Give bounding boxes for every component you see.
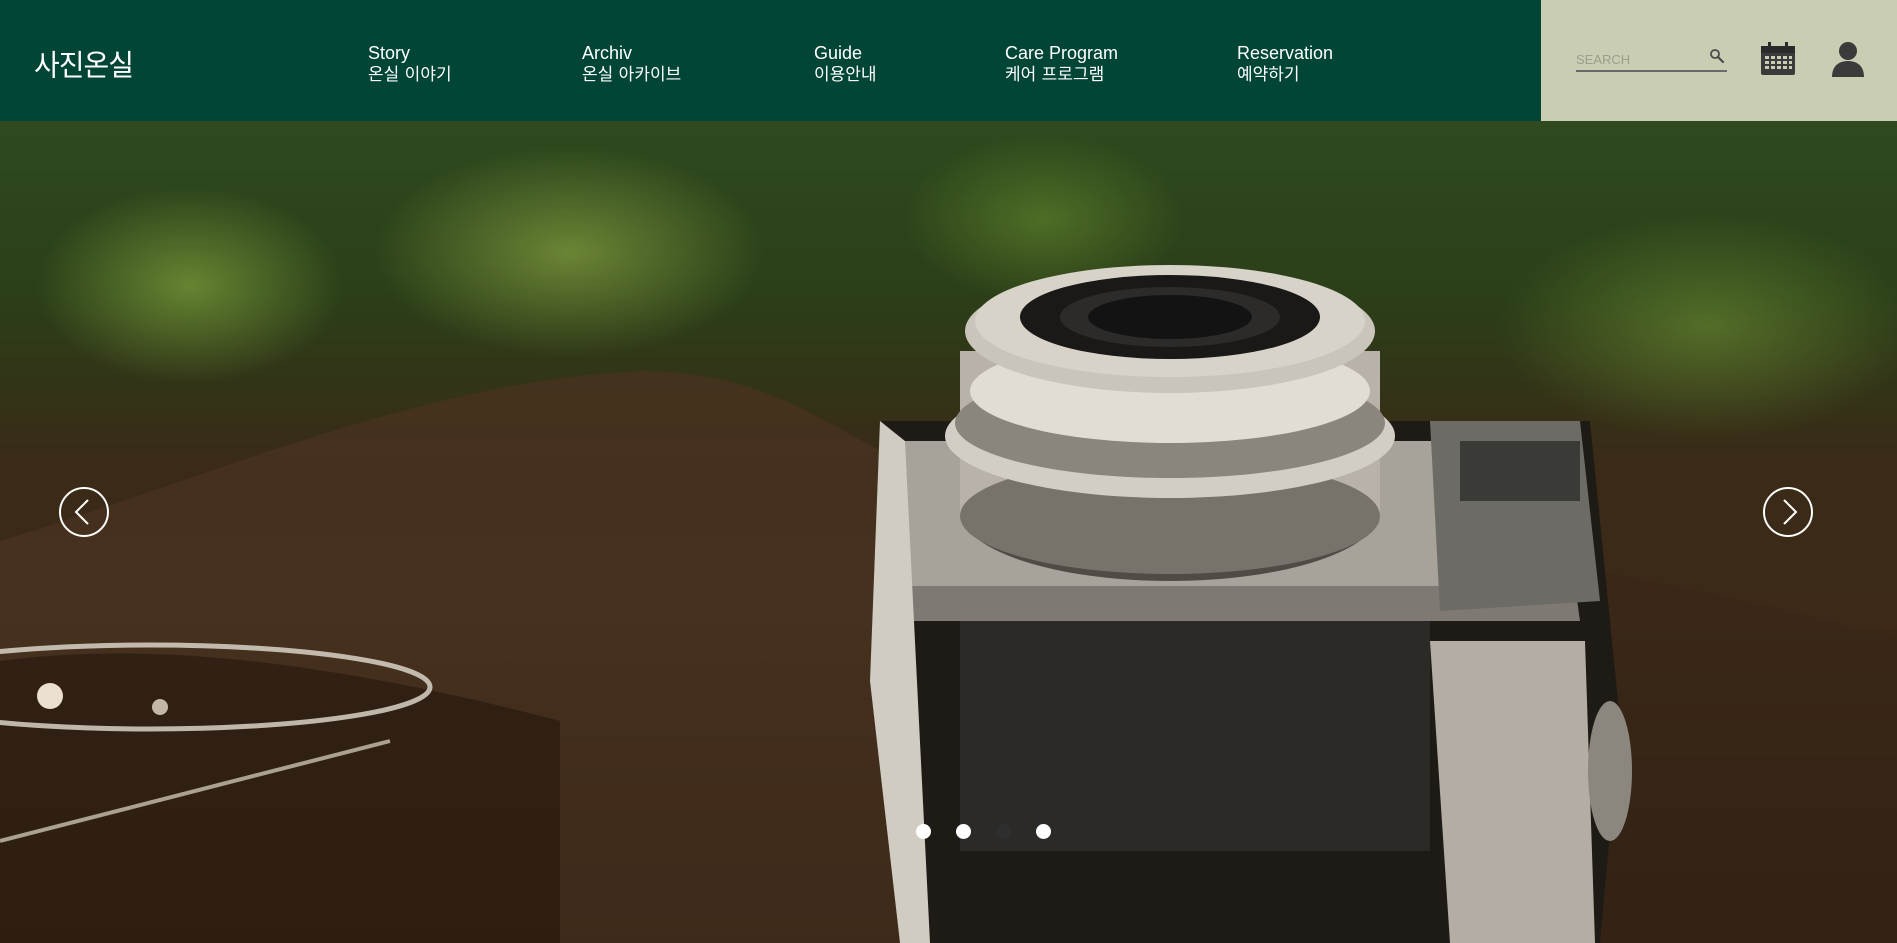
search-icon[interactable] <box>1709 48 1725 64</box>
hero-image <box>0 265 1897 943</box>
slider-dot-3[interactable] <box>996 824 1011 839</box>
nav-item-label-ko: 예약하기 <box>1237 65 1300 85</box>
nav-item-label-en: Story <box>368 43 411 63</box>
slider-dot-2[interactable] <box>956 824 971 839</box>
slider-dot-1[interactable] <box>916 824 931 839</box>
calendar-icon[interactable] <box>1760 42 1796 76</box>
nav-item-label-ko: 이용안내 <box>814 65 877 85</box>
nav-item-label-en: Reservation <box>1237 43 1334 63</box>
slider-prev-button[interactable] <box>59 487 109 537</box>
nav-item-label-en: Guide <box>814 43 863 63</box>
search-box <box>1576 46 1727 72</box>
header-utility-bar <box>1541 0 1897 121</box>
search-input[interactable] <box>1576 50 1704 68</box>
slider-next-button[interactable] <box>1763 487 1813 537</box>
chevron-left-icon <box>74 499 89 525</box>
site-header: 사진온실 Story 온실 이야기 Archiv 온실 아카이브 Guide 이… <box>0 0 1897 122</box>
user-icon[interactable] <box>1831 41 1865 77</box>
nav-item-label-en: Care Program <box>1005 43 1119 63</box>
hero-slider <box>0 121 1897 943</box>
nav-item-label-ko: 온실 이야기 <box>368 65 452 85</box>
nav-item-care-program[interactable]: Care Program 케어 프로그램 <box>1005 42 1118 86</box>
nav-item-label-ko: 케어 프로그램 <box>1005 65 1105 85</box>
nav-item-story[interactable]: Story 온실 이야기 <box>368 42 452 86</box>
site-logo[interactable]: 사진온실 <box>34 43 134 85</box>
nav-item-label-en: Archiv <box>582 43 633 63</box>
nav-item-archiv[interactable]: Archiv 온실 아카이브 <box>582 42 681 86</box>
chevron-right-icon <box>1783 499 1798 525</box>
nav-item-guide[interactable]: Guide 이용안내 <box>814 42 877 86</box>
nav-item-reservation[interactable]: Reservation 예약하기 <box>1237 42 1333 86</box>
slider-dot-4[interactable] <box>1036 824 1051 839</box>
nav-item-label-ko: 온실 아카이브 <box>582 65 682 85</box>
